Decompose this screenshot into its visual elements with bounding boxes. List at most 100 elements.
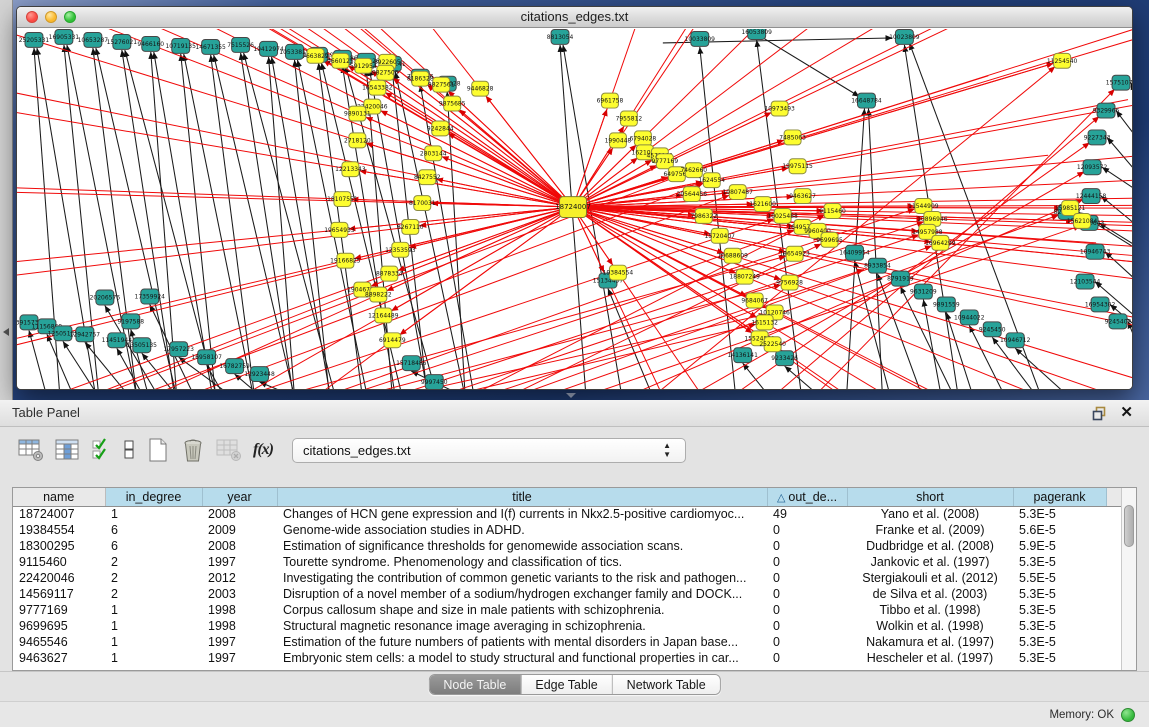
network-node[interactable]: 12093572	[1077, 160, 1108, 175]
tab-network-table[interactable]: Network Table	[613, 675, 720, 694]
network-node[interactable]: 8813054	[547, 29, 574, 44]
table-cell[interactable]: 0	[767, 538, 847, 554]
table-cell[interactable]: 5.3E-5	[1013, 602, 1106, 618]
citation-network-graph[interactable]: 2520533116905331106532871527602194661601…	[17, 29, 1132, 389]
table-cell[interactable]: 14569117	[13, 586, 105, 602]
table-cell[interactable]: 1997	[202, 554, 277, 570]
network-node[interactable]: 6914479	[379, 333, 406, 348]
network-node[interactable]: 9466160	[137, 36, 164, 51]
column-header[interactable]: year	[202, 488, 277, 506]
memory-status-indicator[interactable]	[1121, 708, 1135, 722]
table-cell[interactable]: 0	[767, 586, 847, 602]
table-cell[interactable]: Embryonic stem cells: a model to study s…	[277, 650, 767, 666]
network-node[interactable]: 16958107	[191, 350, 222, 365]
modify-table-icon[interactable]	[18, 438, 44, 462]
table-cell[interactable]: Tourette syndrome. Phenomenology and cla…	[277, 554, 767, 570]
network-node[interactable]: 7515526	[227, 37, 254, 52]
network-node[interactable]: 18807249	[729, 269, 760, 284]
network-node[interactable]: 19654933	[324, 222, 355, 237]
table-cell[interactable]: 1998	[202, 618, 277, 634]
table-cell[interactable]: 19384554	[13, 522, 105, 538]
table-cell[interactable]: Estimation of the future numbers of pati…	[277, 634, 767, 650]
table-cell[interactable]: 1997	[202, 634, 277, 650]
network-node[interactable]: 16905331	[49, 29, 80, 44]
table-cell[interactable]: 5.3E-5	[1013, 586, 1106, 602]
network-node[interactable]: 15276021	[107, 34, 138, 49]
new-document-icon[interactable]	[146, 437, 170, 463]
table-row[interactable]: 1456911722003Disruption of a novel membe…	[13, 586, 1123, 602]
network-node[interactable]: 15718485	[396, 356, 427, 371]
network-node[interactable]: 9463627	[789, 189, 816, 204]
column-header[interactable]: name	[13, 488, 105, 506]
table-cell[interactable]: 2003	[202, 586, 277, 602]
delete-table-icon[interactable]	[181, 437, 205, 463]
select-columns-icon[interactable]	[92, 438, 112, 462]
tab-node-table[interactable]: Node Table	[429, 675, 521, 694]
table-cell[interactable]: 5.3E-5	[1013, 634, 1106, 650]
table-cell[interactable]: 2009	[202, 522, 277, 538]
table-cell[interactable]: 5.3E-5	[1013, 618, 1106, 634]
table-cell[interactable]: 0	[767, 634, 847, 650]
network-node[interactable]: 10944022	[954, 310, 985, 325]
table-cell[interactable]: 5.3E-5	[1013, 650, 1106, 666]
network-node[interactable]: 10719135	[165, 38, 196, 53]
table-cell[interactable]: Disruption of a novel member of a sodium…	[277, 586, 767, 602]
network-node[interactable]: 9329966	[1093, 103, 1120, 118]
table-cell[interactable]: 0	[767, 650, 847, 666]
table-cell[interactable]: 1997	[202, 650, 277, 666]
table-cell[interactable]: 49	[767, 506, 847, 522]
network-node[interactable]: 10653287	[78, 32, 109, 47]
table-cell[interactable]: 9115460	[13, 554, 105, 570]
table-row[interactable]: 1938455462009Genome-wide association stu…	[13, 522, 1123, 538]
table-cell[interactable]: 0	[767, 522, 847, 538]
network-canvas[interactable]: 2520533116905331106532871527602194661601…	[17, 29, 1132, 389]
column-header[interactable]: in_degree	[105, 488, 202, 506]
network-node[interactable]: 10807487	[722, 185, 753, 200]
network-node[interactable]: 12444158	[1076, 189, 1107, 204]
network-node[interactable]: 9227343	[1084, 130, 1111, 145]
table-cell[interactable]: 2	[105, 554, 202, 570]
table-cell[interactable]: 6	[105, 522, 202, 538]
table-cell[interactable]: de Silva et al. (2003)	[847, 586, 1013, 602]
network-node[interactable]: 9245450	[979, 322, 1006, 337]
table-row[interactable]: 946362711997Embryonic stem cells: a mode…	[13, 650, 1123, 666]
table-cell[interactable]: Investigating the contribution of common…	[277, 570, 767, 586]
table-cell[interactable]: 0	[767, 618, 847, 634]
table-cell[interactable]: 9463627	[13, 650, 105, 666]
table-cell[interactable]: Stergiakouli et al. (2012)	[847, 570, 1013, 586]
network-node[interactable]: 9891559	[933, 297, 960, 312]
function-builder-icon[interactable]: f(x)	[253, 441, 273, 459]
network-node[interactable]: 9446828	[467, 81, 494, 96]
network-node[interactable]: 8933854	[864, 258, 891, 273]
column-header[interactable]: title	[277, 488, 767, 506]
table-cell[interactable]: 0	[767, 554, 847, 570]
network-node[interactable]: 12942757	[70, 327, 101, 342]
table-cell[interactable]: 1998	[202, 602, 277, 618]
float-panel-icon[interactable]	[1092, 406, 1107, 421]
table-cell[interactable]: 5.3E-5	[1013, 506, 1106, 522]
table-cell[interactable]: 5.5E-5	[1013, 570, 1106, 586]
network-node[interactable]: 16954302	[1085, 297, 1116, 312]
column-header[interactable]: short	[847, 488, 1013, 506]
network-node[interactable]: 20564456	[677, 187, 708, 202]
network-node[interactable]: 16648784	[851, 93, 882, 108]
network-node[interactable]: 1990448	[605, 133, 632, 148]
table-cell[interactable]: Nakamura et al. (1997)	[847, 634, 1013, 650]
window-title-bar[interactable]: citations_edges.txt	[17, 7, 1132, 28]
network-node[interactable]: 7955812	[616, 111, 643, 126]
table-cell[interactable]: 0	[767, 602, 847, 618]
network-node[interactable]: 10023809	[889, 29, 920, 44]
control-panel-splitter[interactable]	[0, 0, 13, 400]
table-cell[interactable]: 6	[105, 538, 202, 554]
table-cell[interactable]: 1	[105, 506, 202, 522]
table-row[interactable]: 977716911998Corpus callosum shape and si…	[13, 602, 1123, 618]
table-cell[interactable]: Estimation of significance thresholds fo…	[277, 538, 767, 554]
table-cell[interactable]: 2012	[202, 570, 277, 586]
table-cell[interactable]: Yano et al. (2008)	[847, 506, 1013, 522]
zoom-button[interactable]	[64, 11, 76, 23]
table-cell[interactable]: 2	[105, 570, 202, 586]
column-header[interactable]: △out_de...	[767, 488, 847, 506]
table-row[interactable]: 946554611997Estimation of the future num…	[13, 634, 1123, 650]
splitter-collapse-icon[interactable]	[3, 328, 9, 336]
table-selector-dropdown[interactable]: citations_edges.txt ▲▼	[292, 438, 686, 463]
